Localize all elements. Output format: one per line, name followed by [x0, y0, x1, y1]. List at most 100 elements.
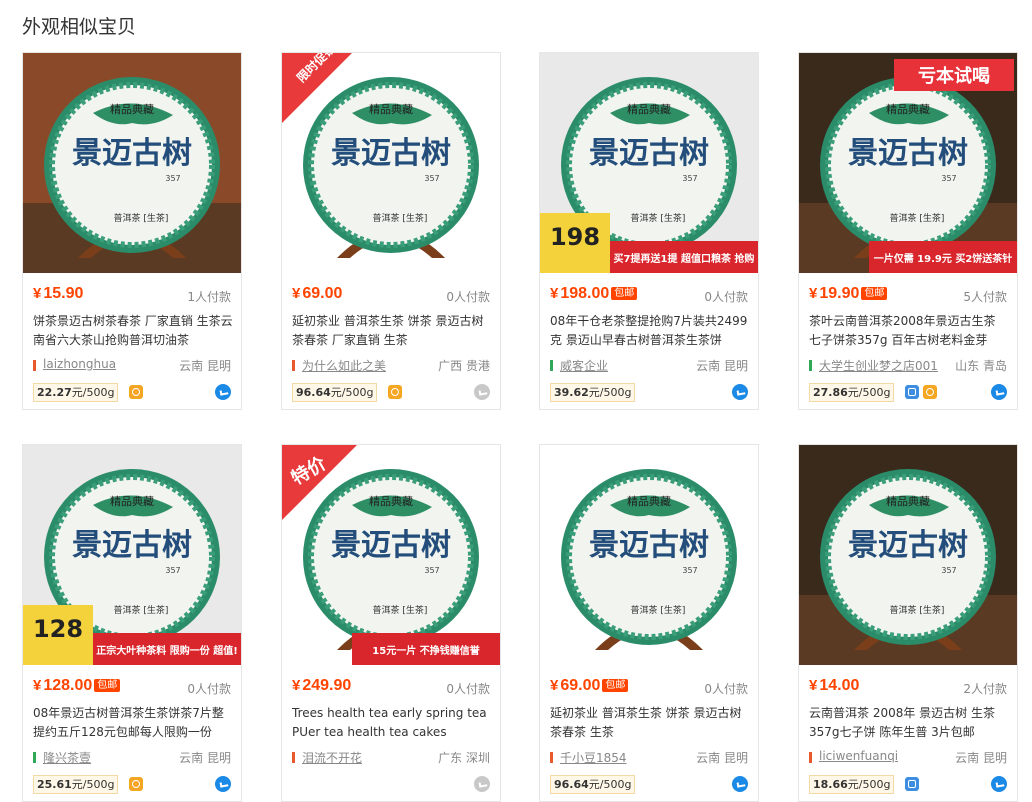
product-card[interactable]: 精品典藏 景迈古树 357 普洱茶 [生茶] 128 正宗大叶种茶料 限购一份 超值! ¥1…	[22, 444, 242, 802]
wangwang-chat-icon[interactable]	[991, 776, 1007, 792]
wangwang-chat-icon[interactable]	[732, 776, 748, 792]
shop-link[interactable]: 泪流不开花	[302, 749, 362, 766]
paid-count: 5人付款	[963, 290, 1007, 304]
blue-shield-icon[interactable]	[905, 777, 919, 791]
price: ¥14.00	[809, 677, 860, 694]
cake-weight-text: 357	[682, 174, 697, 183]
price: ¥19.90 包邮	[809, 285, 888, 303]
product-card[interactable]: 精品典藏 景迈古树 357 普洱茶 [生茶] 亏本试喝 一片仅需 19.9元 买2饼送茶针…	[798, 52, 1018, 410]
gold-medal-icon[interactable]	[129, 385, 143, 399]
paid-count: 1人付款	[187, 290, 231, 304]
cake-type-text: 普洱茶 [生茶]	[373, 212, 428, 224]
product-card[interactable]: 精品典藏 景迈古树 357 普洱茶 [生茶] 特价 15元一片 不挣钱赚信誉 ¥249.90…	[281, 444, 501, 802]
promo-price-tag: 128	[33, 615, 83, 643]
wangwang-chat-icon[interactable]	[215, 776, 231, 792]
unit-price: 25.61元/500g	[33, 775, 119, 794]
paid-count: 0人付款	[187, 682, 231, 696]
free-shipping-badge: 包邮	[94, 679, 121, 692]
product-image[interactable]: 精品典藏 景迈古树 357 普洱茶 [生茶] 特价 15元一片 不挣钱赚信誉	[282, 445, 500, 665]
price-row: ¥19.90 包邮 5人付款	[809, 285, 1007, 305]
shop-link[interactable]: laizhonghua	[43, 357, 116, 371]
shop-link[interactable]: 为什么如此之美	[302, 357, 386, 374]
cake-name-text: 景迈古树	[589, 136, 709, 171]
shop-row: 为什么如此之美 广西 贵港	[292, 356, 490, 374]
unit-price: 39.62元/500g	[550, 383, 636, 402]
price-row: ¥15.90 1人付款	[33, 285, 231, 305]
shop-link[interactable]: 千小豆1854	[560, 749, 627, 766]
wangwang-chat-icon[interactable]	[215, 384, 231, 400]
cake-type-text: 普洱茶 [生茶]	[631, 212, 686, 224]
cake-weight-text: 357	[424, 174, 439, 183]
free-shipping-badge: 包邮	[861, 287, 888, 300]
shop-level-icon	[809, 360, 812, 371]
shop-row: laizhonghua 云南 昆明	[33, 356, 231, 374]
shop-level-icon	[292, 752, 295, 763]
shop-row: 泪流不开花 广东 深圳	[292, 748, 490, 766]
product-image[interactable]: 精品典藏 景迈古树 357 普洱茶 [生茶] 128 正宗大叶种茶料 限购一份 超值!	[23, 445, 241, 665]
product-image[interactable]: 精品典藏 景迈古树 357 普洱茶 [生茶] 限时促销	[282, 53, 500, 273]
cake-weight-text: 357	[941, 174, 956, 183]
shop-level-icon	[550, 752, 553, 763]
product-title[interactable]: 08年干仓老茶整提抢购7片装共2499克 景迈山早春古树普洱茶生茶饼	[550, 312, 750, 350]
bottom-row: 39.62元/500g	[550, 383, 748, 403]
cake-brand-text: 精品典藏	[886, 102, 930, 116]
location: 广东 深圳	[438, 751, 490, 765]
shop-row: 隆兴茶壹 云南 昆明	[33, 748, 231, 766]
price-row: ¥69.00 包邮 0人付款	[550, 677, 748, 697]
gold-medal-icon[interactable]	[923, 385, 937, 399]
price: ¥249.90	[292, 677, 352, 694]
gold-medal-icon[interactable]	[388, 385, 402, 399]
location: 云南 昆明	[179, 751, 231, 765]
wangwang-chat-icon[interactable]	[991, 384, 1007, 400]
paid-count: 0人付款	[446, 682, 490, 696]
product-title[interactable]: 延初茶业 普洱茶生茶 饼茶 景迈古树茶春茶 厂家直销 生茶	[292, 312, 492, 350]
promo-banner: 正宗大叶种茶料 限购一份 超值!	[96, 644, 238, 657]
paid-count: 0人付款	[446, 290, 490, 304]
product-card[interactable]: 精品典藏 景迈古树 357 普洱茶 [生茶] 限时促销 ¥69.00 0人付款 延初茶业 普洱…	[281, 52, 501, 410]
shop-row: liciwenfuanqi 云南 昆明	[809, 748, 1007, 766]
wangwang-chat-icon[interactable]	[732, 384, 748, 400]
product-image[interactable]: 精品典藏 景迈古树 357 普洱茶 [生茶] 198 买7提再送1提 超值口粮茶 抢购	[540, 53, 758, 273]
shop-link[interactable]: 威客企业	[560, 357, 608, 374]
shop-row: 威客企业 云南 昆明	[550, 356, 748, 374]
location: 云南 昆明	[696, 359, 748, 373]
product-title[interactable]: 饼茶景迈古树茶春茶 厂家直销 生茶云南省六大茶山抢购普洱切油茶	[33, 312, 233, 350]
blue-shield-icon[interactable]	[905, 385, 919, 399]
product-image[interactable]: 精品典藏 景迈古树 357 普洱茶 [生茶]	[799, 445, 1017, 665]
product-title[interactable]: Trees health tea early spring tea PUer t…	[292, 704, 492, 742]
cake-brand-text: 精品典藏	[110, 102, 154, 116]
product-image[interactable]: 精品典藏 景迈古树 357 普洱茶 [生茶]	[23, 53, 241, 273]
cake-type-text: 普洱茶 [生茶]	[114, 604, 169, 616]
product-title[interactable]: 云南普洱茶 2008年 景迈古树 生茶357g七子饼 陈年生普 3片包邮	[809, 704, 1009, 742]
product-card[interactable]: 精品典藏 景迈古树 357 普洱茶 [生茶] ¥15.90 1人付款饼茶景迈古树茶春茶 厂…	[22, 52, 242, 410]
product-card[interactable]: 精品典藏 景迈古树 357 普洱茶 [生茶] ¥69.00 包邮 0人付款延初茶业 普洱茶生…	[539, 444, 759, 802]
product-title[interactable]: 茶叶云南普洱茶2008年景迈古生茶 七子饼茶357g 百年古树老料金芽	[809, 312, 1009, 350]
shop-link[interactable]: 大学生创业梦之店001	[819, 357, 938, 374]
product-title[interactable]: 08年景迈古树普洱茶生茶饼茶7片整提约五斤128元包邮每人限购一份	[33, 704, 233, 742]
cake-weight-text: 357	[424, 566, 439, 575]
shop-link[interactable]: 隆兴茶壹	[43, 749, 91, 766]
paid-count: 0人付款	[704, 290, 748, 304]
unit-price: 96.64元/500g	[550, 775, 636, 794]
wangwang-chat-icon[interactable]	[474, 384, 490, 400]
paid-count: 2人付款	[963, 682, 1007, 696]
shop-level-icon	[33, 360, 36, 371]
product-card[interactable]: 精品典藏 景迈古树 357 普洱茶 [生茶] ¥14.00 2人付款云南普洱茶 2008年…	[798, 444, 1018, 802]
product-title[interactable]: 延初茶业 普洱茶生茶 饼茶 景迈古树茶春茶 生茶	[550, 704, 750, 742]
cake-brand-text: 精品典藏	[369, 494, 413, 508]
unit-price: 27.86元/500g	[809, 383, 895, 402]
bottom-row: 96.64元/500g	[292, 383, 490, 403]
unit-price: 22.27元/500g	[33, 383, 119, 402]
gold-medal-icon[interactable]	[129, 777, 143, 791]
shop-level-icon	[292, 360, 295, 371]
product-card[interactable]: 精品典藏 景迈古树 357 普洱茶 [生茶] 198 买7提再送1提 超值口粮茶 抢购 ¥1…	[539, 52, 759, 410]
wangwang-chat-icon[interactable]	[474, 776, 490, 792]
location: 云南 昆明	[179, 359, 231, 373]
promo-banner: 一片仅需 19.9元 买2饼送茶针	[874, 252, 1013, 265]
bottom-row: 18.66元/500g	[809, 775, 1007, 795]
shop-link[interactable]: liciwenfuanqi	[819, 749, 898, 763]
product-image[interactable]: 精品典藏 景迈古树 357 普洱茶 [生茶] 亏本试喝 一片仅需 19.9元 买2饼送茶针	[799, 53, 1017, 273]
location: 云南 昆明	[955, 751, 1007, 765]
product-image[interactable]: 精品典藏 景迈古树 357 普洱茶 [生茶]	[540, 445, 758, 665]
bottom-row: 22.27元/500g	[33, 383, 231, 403]
